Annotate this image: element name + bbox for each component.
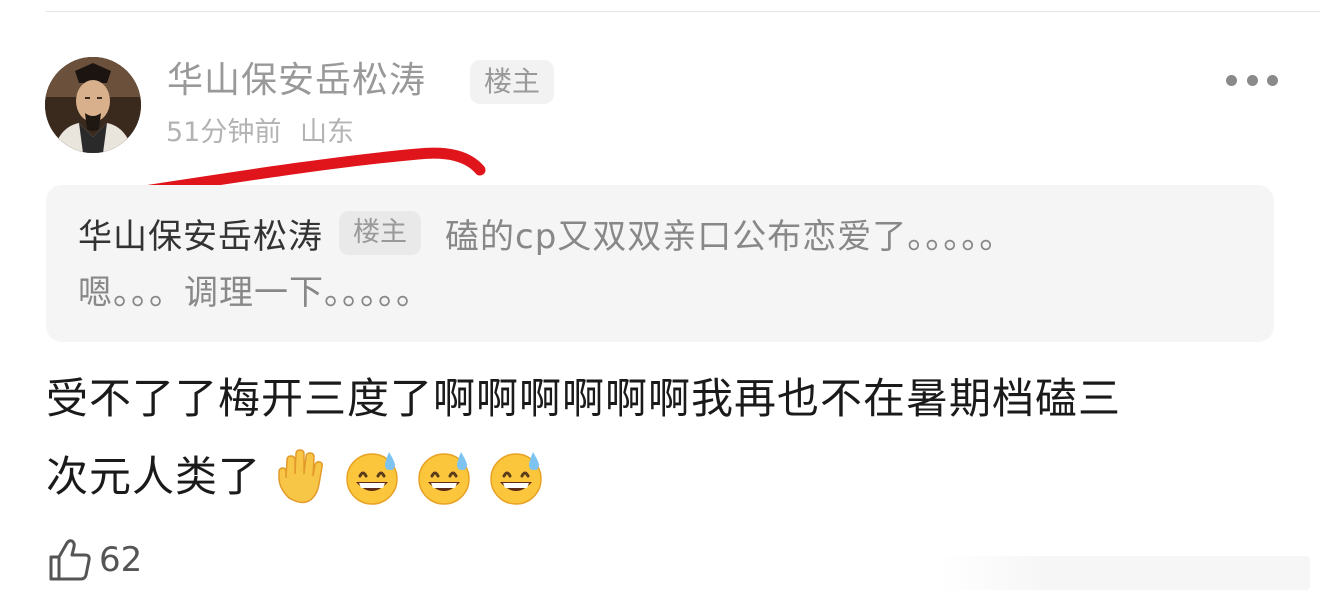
more-dot — [1246, 74, 1258, 86]
grinning-sweat-emoji — [490, 452, 542, 505]
like-count: 62 — [99, 540, 143, 580]
quote-text-line2: 嗯。。。调理一下。。。。。 — [78, 273, 431, 313]
quote-author[interactable]: 华山保安岳松涛 — [78, 209, 323, 258]
more-options-button[interactable] — [1226, 66, 1278, 94]
quote-header: 华山保安岳松涛 楼主 磕的cp又双双亲口公布恋爱了。。。。。 — [78, 209, 1014, 257]
more-dot — [1267, 74, 1278, 86]
grinning-sweat-emoji — [346, 452, 398, 505]
op-badge: 楼主 — [470, 60, 554, 104]
comment-text: 次元人类了 — [46, 452, 262, 501]
emoji-group — [271, 448, 559, 506]
quote-text-line1: 磕的cp又双双亲口公布恋爱了。。。。。 — [445, 216, 1015, 257]
avatar[interactable] — [45, 57, 141, 153]
watermark — [940, 556, 1310, 590]
like-button[interactable]: 62 — [47, 536, 142, 584]
username[interactable]: 华山保安岳松涛 — [167, 58, 426, 104]
thumbs-up-icon — [49, 539, 91, 581]
top-divider — [46, 11, 1320, 12]
avatar-image — [45, 57, 141, 153]
comment-text-line1: 受不了了梅开三度了啊啊啊啊啊啊我再也不在暑期档磕三 — [46, 374, 1122, 423]
raised-hand-emoji — [278, 449, 324, 504]
more-dots-icon — [1226, 74, 1237, 86]
quote-op-badge: 楼主 — [339, 211, 421, 255]
grinning-sweat-emoji — [418, 452, 470, 505]
quoted-reply[interactable]: 华山保安岳松涛 楼主 磕的cp又双双亲口公布恋爱了。。。。。 嗯。。。调理一下。… — [46, 185, 1274, 342]
comment-text-line2: 次元人类了 — [46, 448, 559, 506]
